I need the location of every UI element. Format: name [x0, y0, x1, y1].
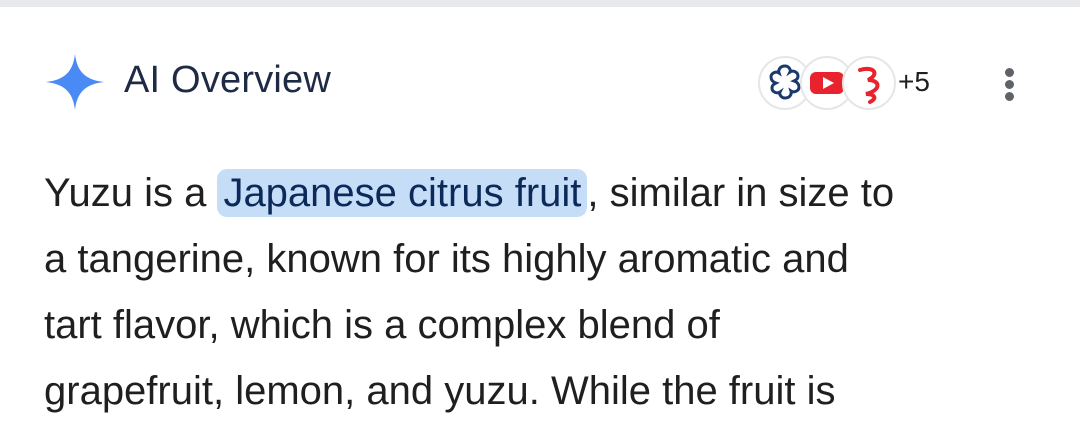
source-favicon-3[interactable] — [842, 56, 896, 110]
sparkle-icon — [46, 54, 104, 110]
highlighted-link[interactable]: Japanese citrus fruit — [217, 169, 588, 217]
overview-line-1-start: Yuzu is a — [44, 171, 218, 215]
overview-line-1: Yuzu is a Japanese citrus fruit, similar… — [44, 160, 1044, 226]
more-sources-count[interactable]: +5 — [898, 66, 930, 98]
top-divider — [0, 0, 1080, 7]
overview-line-3: tart flavor, which is a complex blend of — [44, 303, 720, 347]
source-favicons[interactable] — [758, 52, 898, 112]
ai-overview-title: AI Overview — [124, 59, 332, 101]
ai-overview-header: AI Overview +5 — [0, 40, 1080, 120]
overview-text: Yuzu is a Japanese citrus fruit, similar… — [44, 160, 1044, 424]
more-vert-icon[interactable] — [990, 62, 1030, 106]
overview-line-4: grapefruit, lemon, and yuzu. While the f… — [44, 369, 836, 413]
overview-line-1-end: , similar in size to — [587, 171, 895, 215]
overview-line-2: a tangerine, known for its highly aromat… — [44, 237, 849, 281]
